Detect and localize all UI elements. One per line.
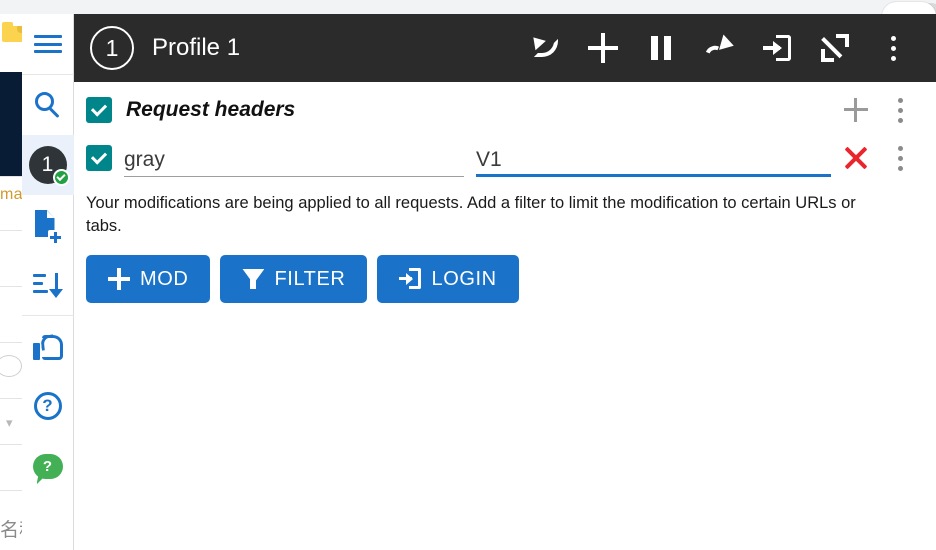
add-filter-button[interactable]: FILTER bbox=[220, 254, 368, 303]
panel-header: 1 Profile 1 bbox=[74, 14, 936, 82]
login-action-button-label: LOGIN bbox=[431, 267, 497, 290]
header-name-field[interactable] bbox=[124, 139, 464, 177]
pause-icon bbox=[651, 36, 671, 60]
hamburger-icon bbox=[33, 35, 62, 53]
sidebar-item-menu-toggle[interactable] bbox=[22, 14, 74, 74]
section-title: Request headers bbox=[126, 98, 296, 121]
page-title: Profile 1 bbox=[152, 34, 241, 61]
browser-top-strip bbox=[0, 0, 936, 14]
section-enable-checkbox[interactable] bbox=[86, 97, 112, 123]
background-partial-text: ma bbox=[0, 186, 23, 203]
chat-question-icon: ? bbox=[32, 453, 63, 479]
browser-tab-shape bbox=[874, 0, 936, 14]
plus-icon bbox=[844, 98, 868, 122]
login-button[interactable] bbox=[748, 19, 806, 77]
close-x-icon bbox=[843, 145, 869, 171]
search-icon bbox=[34, 92, 61, 119]
sidebar-item-sort-list[interactable] bbox=[22, 255, 74, 315]
sidebar-item-help[interactable]: ? bbox=[22, 376, 74, 436]
expand-button[interactable] bbox=[806, 19, 864, 77]
section-header-row: Request headers bbox=[74, 86, 936, 134]
kebab-menu-icon bbox=[897, 97, 903, 123]
login-icon bbox=[399, 268, 422, 290]
share-arrow-icon bbox=[702, 34, 736, 64]
header-value-input[interactable] bbox=[476, 148, 831, 177]
header-row-more-menu[interactable] bbox=[878, 145, 922, 171]
plus-icon bbox=[108, 267, 130, 290]
profile-number-badge: 1 bbox=[90, 26, 134, 70]
add-filter-button-label: FILTER bbox=[274, 267, 346, 290]
kebab-menu-icon bbox=[890, 35, 896, 61]
header-value-field[interactable] bbox=[476, 139, 831, 177]
modification-notice: Your modifications are being applied to … bbox=[86, 194, 856, 236]
status-enabled-check-icon bbox=[52, 169, 70, 186]
profile-badge-icon: 1 bbox=[28, 146, 70, 186]
sort-descending-icon bbox=[32, 272, 63, 298]
document-plus-icon bbox=[34, 210, 62, 244]
pause-button[interactable] bbox=[632, 19, 690, 77]
extension-panel: 1 Profile 1 Request headers gray V1 Your… bbox=[74, 14, 936, 550]
kebab-menu-icon bbox=[897, 145, 903, 171]
section-add-button[interactable] bbox=[834, 98, 878, 122]
add-button[interactable] bbox=[574, 19, 632, 77]
login-action-button[interactable]: LOGIN bbox=[377, 254, 519, 303]
expand-diagonal-icon bbox=[821, 34, 849, 62]
sidebar-item-active-profile[interactable]: 1 bbox=[21, 135, 74, 195]
plus-icon bbox=[588, 33, 618, 63]
chevron-down-icon: ▾ bbox=[6, 415, 13, 430]
thumbs-up-icon bbox=[32, 333, 63, 360]
add-mod-button-label: MOD bbox=[140, 267, 189, 290]
sidebar-item-thumbs-up[interactable] bbox=[22, 316, 74, 376]
sidebar-item-search[interactable] bbox=[22, 75, 74, 135]
help-circle-icon: ? bbox=[33, 392, 62, 420]
action-button-row: MOD FILTER LOGIN bbox=[86, 254, 936, 303]
funnel-icon bbox=[242, 268, 265, 290]
header-entry-row bbox=[74, 134, 936, 182]
section-more-menu[interactable] bbox=[878, 97, 922, 123]
more-menu[interactable] bbox=[864, 19, 922, 77]
undo-icon bbox=[528, 32, 560, 60]
undo-button[interactable] bbox=[516, 19, 574, 77]
sidebar-item-new-document[interactable] bbox=[22, 195, 74, 255]
app-root: ma ▾ 名称 1 ? ? 1 Profile 1 Request header… bbox=[0, 0, 936, 550]
header-name-input[interactable] bbox=[124, 148, 464, 177]
add-mod-button[interactable]: MOD bbox=[86, 254, 211, 303]
login-icon bbox=[763, 35, 791, 61]
header-delete-button[interactable] bbox=[834, 145, 878, 171]
share-button[interactable] bbox=[690, 19, 748, 77]
left-icon-rail: 1 ? ? bbox=[21, 14, 74, 550]
header-entry-checkbox[interactable] bbox=[86, 145, 112, 171]
sidebar-item-feedback[interactable]: ? bbox=[22, 436, 74, 496]
